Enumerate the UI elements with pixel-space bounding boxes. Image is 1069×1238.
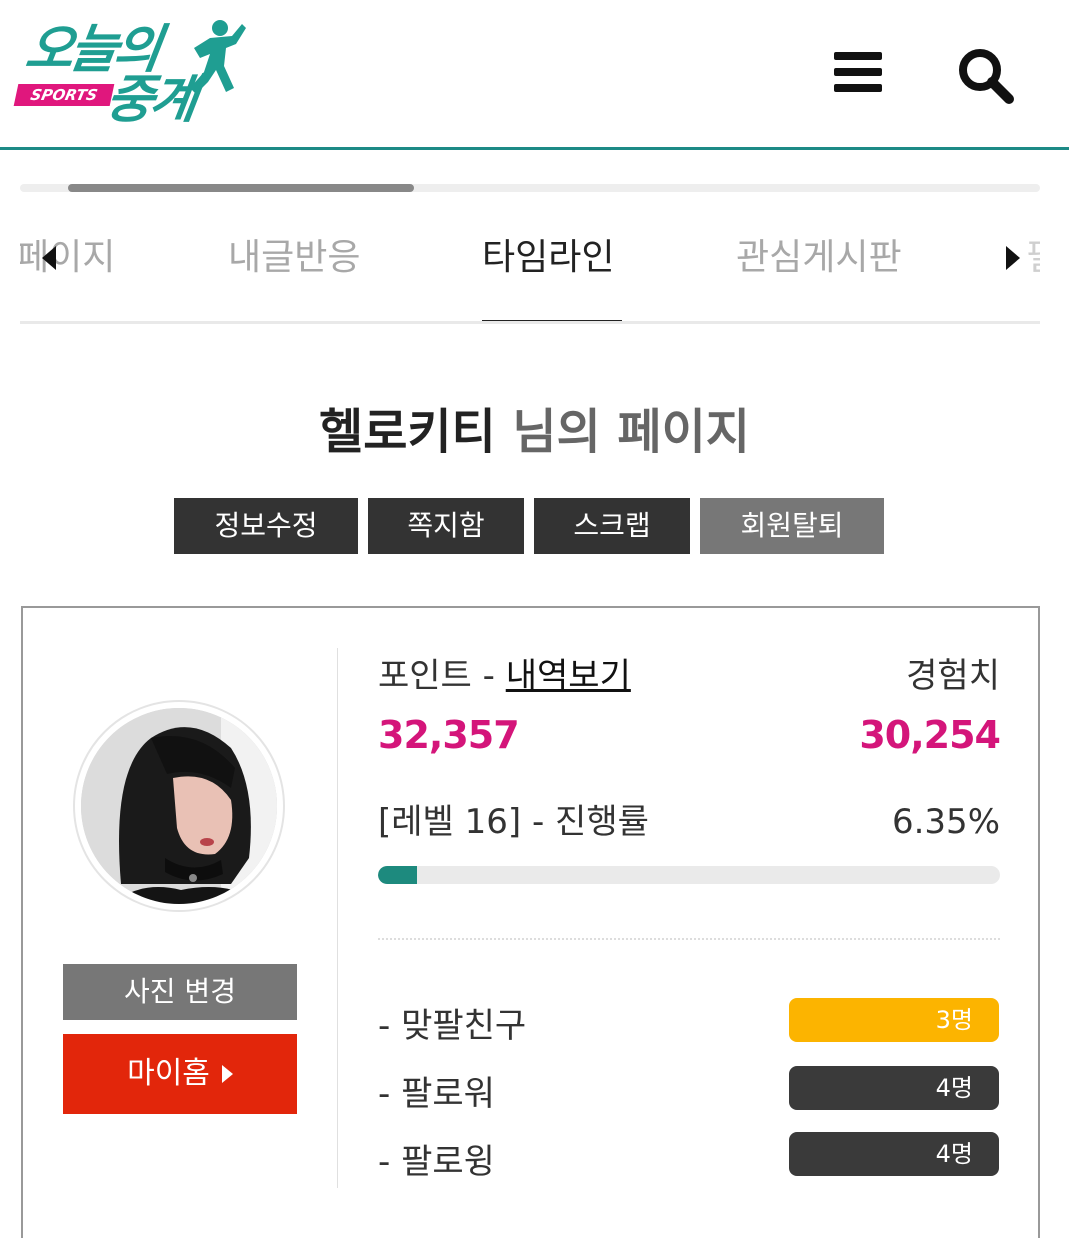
followers-count[interactable]: 4명: [789, 1066, 999, 1110]
mypage-tabs: 페이지 내글반응 타임라인 관심게시판 필: [20, 216, 1040, 324]
exp-value: 30,254: [859, 713, 1001, 757]
soccer-player-icon: [190, 20, 246, 94]
points-label-text: 포인트 -: [378, 656, 506, 696]
following-count[interactable]: 4명: [789, 1132, 999, 1176]
user-nickname: 헬로키티: [319, 404, 496, 460]
scrap-button[interactable]: 스크랩: [534, 498, 690, 554]
withdraw-button[interactable]: 회원탈퇴: [700, 498, 884, 554]
tab-scroll-left-icon[interactable]: [42, 246, 56, 270]
section-divider: [378, 938, 1000, 940]
tab-partial-next[interactable]: 필: [1026, 236, 1040, 280]
points-value: 32,357: [378, 713, 520, 757]
site-header: 오늘의 중계 SPORTS: [0, 0, 1069, 150]
tab-scroll-right-icon[interactable]: [1006, 246, 1020, 270]
level-progress-bar: [378, 866, 1000, 884]
following-label: - 팔로윙: [378, 1142, 495, 1182]
edit-info-button[interactable]: 정보수정: [174, 498, 358, 554]
logo-text-main: 오늘의: [21, 20, 162, 80]
profile-divider: [337, 648, 338, 1188]
logo-sports-badge: SPORTS: [13, 84, 115, 106]
tab-reactions[interactable]: 내글반응: [228, 236, 360, 280]
tab-timeline[interactable]: 타임라인: [482, 236, 614, 280]
profile-card: 사진 변경 마이홈 포인트 - 내역보기 경험치 32,357 30,254 […: [21, 606, 1040, 1238]
tab-scroll-thumb[interactable]: [68, 184, 414, 192]
menu-icon-bar: [834, 52, 882, 60]
level-progress-fill: [378, 866, 418, 884]
followers-label: - 팔로워: [378, 1074, 495, 1114]
change-photo-button[interactable]: 사진 변경: [63, 964, 297, 1020]
page-title-suffix: 님의 페이지: [495, 404, 750, 460]
points-history-link[interactable]: 내역보기: [506, 656, 631, 696]
progress-percent: 6.35%: [891, 802, 1000, 842]
my-home-button[interactable]: 마이홈: [63, 1034, 297, 1114]
active-tab-indicator: [482, 320, 622, 321]
my-home-label: 마이홈: [127, 1056, 210, 1091]
mutual-friends-label: - 맞팔친구: [378, 1006, 527, 1046]
tab-favorite-boards[interactable]: 관심게시판: [736, 236, 902, 280]
tab-scroll-track[interactable]: [20, 184, 1040, 192]
page-title: 헬로키티 님의 페이지: [0, 400, 1069, 464]
mutual-friends-count[interactable]: 3명: [789, 998, 999, 1042]
avatar[interactable]: [73, 700, 285, 912]
points-label: 포인트 - 내역보기: [378, 654, 631, 698]
profile-actions: 정보수정 쪽지함 스크랩 회원탈퇴: [174, 498, 886, 554]
exp-label: 경험치: [906, 656, 1000, 696]
site-logo[interactable]: 오늘의 중계 SPORTS: [13, 18, 246, 130]
menu-button[interactable]: [832, 48, 884, 96]
tab-partial-prev[interactable]: 페이지: [20, 236, 115, 280]
caret-right-icon: [221, 1065, 233, 1083]
level-label: [레벨 16] - 진행률: [378, 802, 649, 842]
search-icon[interactable]: [954, 44, 1016, 106]
menu-icon-bar: [834, 68, 882, 76]
profile-photo: [81, 708, 277, 904]
messages-button[interactable]: 쪽지함: [368, 498, 524, 554]
menu-icon-bar: [834, 84, 882, 92]
